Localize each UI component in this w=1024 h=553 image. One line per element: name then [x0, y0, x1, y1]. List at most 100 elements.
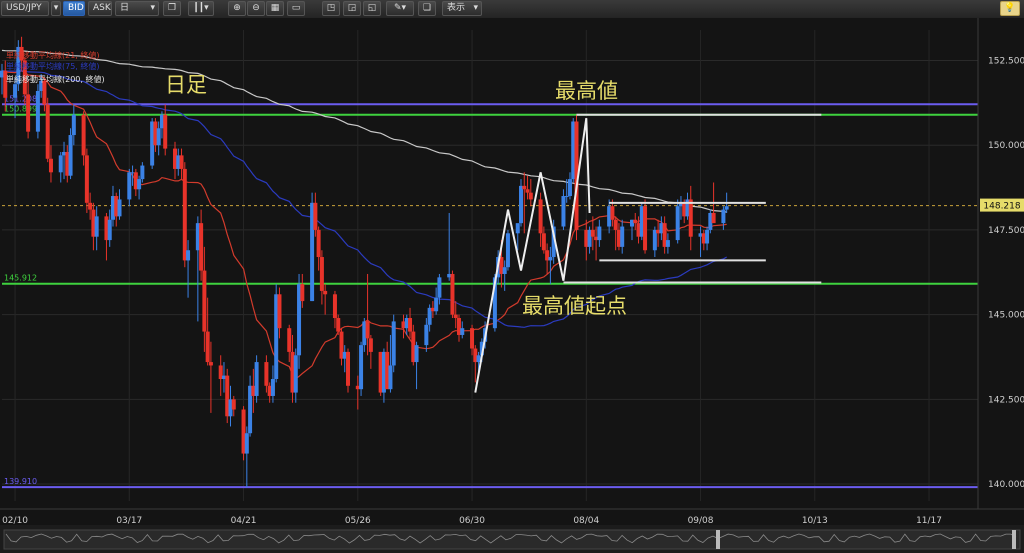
x-tick-label: 06/30 [459, 516, 485, 525]
x-tick-label: 02/10 [2, 516, 28, 525]
candle-body [336, 318, 341, 332]
candle-body [244, 433, 249, 454]
legend-sma200: 単純移動平均線(200, 終値) [6, 74, 105, 84]
candle-body [117, 199, 122, 217]
candle-body [277, 294, 282, 329]
candle-body [179, 155, 184, 169]
candle-body [300, 284, 305, 302]
level-label-high-start: 145.912 [4, 274, 37, 283]
candle-body [391, 321, 396, 366]
panel-icon[interactable]: ▭ [287, 1, 305, 16]
chevron-down-icon: ▾ [473, 3, 478, 13]
x-tick-label: 05/26 [345, 516, 371, 525]
timeframe-select[interactable]: 日 ▾ [115, 1, 159, 16]
y-tick-label: 150.000 [988, 141, 1024, 151]
display-label: 表示 [447, 3, 466, 13]
candle-body [613, 219, 618, 230]
navigator-track [3, 529, 1021, 550]
candle-body [541, 233, 546, 251]
symbol-selector[interactable]: USD/JPY [1, 1, 49, 16]
ask-label: ASK [93, 3, 111, 13]
candle-body [705, 229, 710, 244]
x-tick-label: 09/08 [688, 516, 714, 525]
candle-body [538, 199, 543, 234]
symbol-label: USD/JPY [6, 3, 42, 13]
display-menu[interactable]: 表示 ▾ [442, 1, 482, 16]
chart-background [0, 18, 1024, 525]
candle-body [319, 257, 324, 291]
candle-body [137, 179, 142, 190]
candle-body [365, 321, 370, 339]
candle-body [567, 179, 572, 197]
candle-body [186, 250, 191, 261]
candle-body [84, 155, 89, 203]
candle-body [453, 314, 458, 319]
toolbar: USD/JPY ▾ BID ASK 日 ▾ ❐ ┃┃▾ ⊕ ⊖ ▦ ▭ ◳ ◲ ◱… [0, 0, 1024, 19]
candle-body [528, 192, 533, 200]
candle-body [254, 362, 259, 396]
candle-body [156, 128, 161, 146]
indicator-edit-icon[interactable]: ◲ [343, 1, 361, 16]
candle-body [208, 362, 213, 366]
candle-body [561, 196, 566, 227]
copy-icon[interactable]: ❐ [163, 1, 181, 16]
candle-body [94, 216, 99, 237]
current-price-label: 148.218 [983, 202, 1020, 212]
pen-icon[interactable]: ✎▾ [386, 1, 414, 16]
x-tick-label: 08/04 [573, 516, 599, 525]
symbol-dropdown-icon[interactable]: ▾ [51, 1, 61, 16]
zoom-in-icon[interactable]: ⊕ [228, 1, 246, 16]
chevron-down-icon: ▾ [150, 3, 155, 13]
candle-body [182, 168, 187, 261]
timeline-navigator[interactable] [0, 525, 1024, 553]
navigator-handle-right [1012, 530, 1016, 549]
candle-body [264, 362, 269, 386]
chart-type-icon[interactable]: ┃┃▾ [188, 1, 214, 16]
y-tick-label: 152.500 [988, 56, 1024, 66]
candle-body [81, 114, 86, 156]
x-tick-label: 10/13 [802, 516, 828, 525]
candle-body [35, 90, 40, 132]
candle-body [313, 202, 318, 230]
candle-body [202, 270, 207, 332]
x-tick-label: 04/21 [231, 516, 257, 525]
candle-body [590, 229, 595, 237]
indicator-add-icon[interactable]: ◳ [322, 1, 340, 16]
annotation-high: 最高値 [555, 79, 618, 103]
candle-body [522, 185, 527, 190]
candle-body [127, 172, 132, 200]
annotation-high-start: 最高値起点 [522, 294, 627, 318]
legend-sma21: 単純移動平均線(21, 終値) [6, 50, 100, 60]
candle-body [688, 199, 693, 237]
candle-body [88, 202, 93, 210]
candle-body [470, 328, 475, 349]
lightbulb-icon[interactable]: 💡 [1000, 1, 1020, 16]
candle-body [71, 114, 76, 136]
candle-body [287, 328, 292, 352]
zoom-out-icon[interactable]: ⊖ [247, 1, 265, 16]
candle-body [610, 206, 615, 220]
candle-body [414, 345, 419, 363]
candle-body [665, 240, 670, 247]
bid-button[interactable]: BID [63, 1, 85, 16]
candle-body [359, 345, 364, 390]
price-chart[interactable]: 151.208 150.899 145.912 139.910 152.500 150.… [0, 18, 1024, 525]
candle-body [505, 233, 510, 268]
candle-body [502, 267, 507, 274]
layers-icon[interactable]: ❏ [418, 1, 436, 16]
y-tick-label: 147.500 [988, 226, 1024, 236]
indicator-remove-icon[interactable]: ◱ [363, 1, 381, 16]
level-label-range-low: 139.910 [4, 477, 37, 486]
bid-label: BID [68, 3, 84, 13]
candle-body [45, 104, 50, 159]
indicator-legend: 単純移動平均線(21, 終値) 単純移動平均線(75, 終値) 単純移動平均線(… [6, 50, 105, 84]
candle-body [388, 365, 393, 390]
candle-body [316, 229, 321, 258]
candle-body [13, 84, 18, 98]
legend-sma75: 単純移動平均線(75, 終値) [6, 61, 100, 71]
candle-body [163, 114, 168, 149]
candle-body [346, 351, 351, 386]
grid-icon[interactable]: ▦ [266, 1, 284, 16]
ask-button[interactable]: ASK [88, 1, 112, 16]
candle-body [515, 223, 520, 234]
